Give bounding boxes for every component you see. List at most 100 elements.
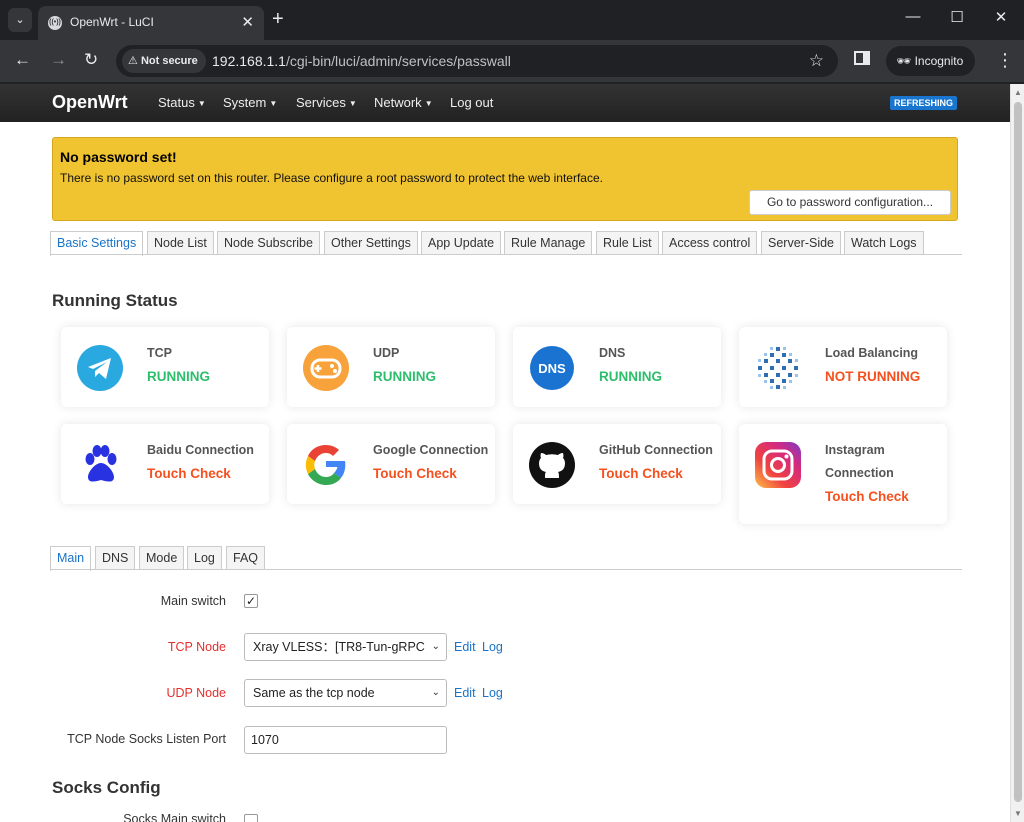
nav-status-label: Status bbox=[158, 95, 195, 110]
chevron-down-icon: ⌄ bbox=[431, 687, 440, 698]
caret-down-icon: ▼ bbox=[197, 99, 206, 108]
card-status: RUNNING bbox=[147, 369, 210, 384]
card-label: Google Connection bbox=[373, 443, 489, 457]
card-status[interactable]: Touch Check bbox=[373, 466, 457, 481]
tcp-node-edit-link[interactable]: Edit bbox=[454, 640, 476, 654]
scroll-up-icon[interactable]: ▲ bbox=[1014, 88, 1022, 97]
status-card-baidu[interactable]: Baidu Connection Touch Check bbox=[61, 424, 269, 504]
udp-node-edit-link[interactable]: Edit bbox=[454, 686, 476, 700]
tcp-node-log-link[interactable]: Log bbox=[482, 640, 503, 654]
socks-port-input[interactable] bbox=[244, 726, 447, 754]
card-label-line2: Connection bbox=[825, 466, 894, 480]
nav-services-label: Services bbox=[296, 95, 346, 110]
caret-down-icon: ▼ bbox=[424, 99, 433, 108]
reload-icon[interactable]: ↻ bbox=[84, 50, 98, 70]
baidu-paw-icon bbox=[85, 445, 117, 482]
instagram-icon bbox=[755, 442, 801, 488]
gamepad-icon bbox=[303, 345, 349, 391]
incognito-label: Incognito bbox=[914, 54, 964, 68]
tab-other-settings[interactable]: Other Settings bbox=[324, 231, 418, 255]
card-status[interactable]: Touch Check bbox=[825, 489, 909, 504]
card-status[interactable]: Touch Check bbox=[599, 466, 683, 481]
card-label: GitHub Connection bbox=[599, 443, 713, 457]
status-card-load-balancing: Load Balancing NOT RUNNING bbox=[739, 327, 947, 407]
caret-down-icon: ▼ bbox=[269, 99, 278, 108]
scroll-down-icon[interactable]: ▼ bbox=[1014, 809, 1022, 818]
tab-watch-logs[interactable]: Watch Logs bbox=[844, 231, 924, 255]
bookmark-star-icon[interactable]: ☆ bbox=[809, 51, 824, 71]
brand-logo[interactable]: OpenWrt bbox=[52, 92, 128, 113]
tab-mode[interactable]: Mode bbox=[139, 546, 185, 570]
nav-services[interactable]: Services ▼ bbox=[296, 95, 357, 110]
status-card-tcp: TCP RUNNING bbox=[61, 327, 269, 407]
browser-tabstrip: ⌄ ((•)) OpenWrt - LuCI ✕ + — ☐ ✕ bbox=[0, 0, 1024, 40]
page-scrollbar[interactable]: ▲ ▼ bbox=[1010, 84, 1024, 822]
url-host: 192.168.1.1 bbox=[212, 53, 286, 69]
url-path: /cgi-bin/luci/admin/services/passwall bbox=[285, 53, 511, 69]
tab-close-icon[interactable]: ✕ bbox=[241, 13, 254, 31]
nav-system[interactable]: System ▼ bbox=[223, 95, 277, 110]
refreshing-badge[interactable]: REFRESHING bbox=[890, 96, 958, 110]
tab-main[interactable]: Main bbox=[50, 546, 92, 571]
back-arrow-icon[interactable]: ← bbox=[14, 50, 31, 70]
address-bar[interactable]: ⚠ Not secure 192.168.1.1/cgi-bin/luci/ad… bbox=[116, 45, 838, 77]
tab-faq[interactable]: FAQ bbox=[226, 546, 266, 570]
tcp-node-select[interactable]: Xray VLESS：[TR8-Tun-gRPC ⌄ bbox=[244, 633, 447, 661]
status-card-dns: DNS DNS RUNNING bbox=[513, 327, 721, 407]
nav-status[interactable]: Status ▼ bbox=[158, 95, 206, 110]
status-card-google[interactable]: Google Connection Touch Check bbox=[287, 424, 495, 504]
side-panel-icon[interactable] bbox=[854, 51, 870, 65]
tab-search-chevron-icon[interactable]: ⌄ bbox=[8, 8, 32, 32]
tab-dns[interactable]: DNS bbox=[95, 546, 136, 570]
forward-arrow-icon[interactable]: → bbox=[50, 50, 67, 70]
main-switch-label: Main switch bbox=[160, 594, 226, 608]
nav-logout[interactable]: Log out bbox=[450, 95, 493, 110]
status-card-udp: UDP RUNNING bbox=[287, 327, 495, 407]
password-config-button[interactable]: Go to password configuration... bbox=[749, 190, 951, 215]
tab-server-side[interactable]: Server-Side bbox=[761, 231, 841, 255]
socks-main-switch-checkbox[interactable] bbox=[244, 814, 258, 822]
status-card-github[interactable]: GitHub Connection Touch Check bbox=[513, 424, 721, 504]
load-balancing-icon bbox=[758, 347, 798, 389]
tab-app-update[interactable]: App Update bbox=[421, 231, 502, 255]
nav-network-label: Network bbox=[374, 95, 422, 110]
nav-network[interactable]: Network ▼ bbox=[374, 95, 433, 110]
security-chip[interactable]: ⚠ Not secure bbox=[122, 49, 206, 73]
dns-icon: DNS bbox=[530, 346, 574, 390]
card-label: Load Balancing bbox=[825, 346, 919, 360]
udp-node-value: Same as the tcp node bbox=[253, 686, 375, 700]
new-tab-icon[interactable]: + bbox=[272, 8, 284, 30]
tab-log[interactable]: Log bbox=[187, 546, 222, 570]
running-status-title: Running Status bbox=[52, 291, 178, 310]
url-text[interactable]: 192.168.1.1/cgi-bin/luci/admin/services/… bbox=[212, 53, 511, 69]
card-status[interactable]: Touch Check bbox=[147, 466, 231, 481]
udp-node-label: UDP Node bbox=[166, 686, 226, 700]
socks-main-switch-label: Socks Main switch bbox=[123, 812, 226, 822]
tab-rule-manage[interactable]: Rule Manage bbox=[504, 231, 593, 255]
card-label-line1: Instagram bbox=[825, 443, 885, 457]
udp-node-log-link[interactable]: Log bbox=[482, 686, 503, 700]
browser-menu-icon[interactable]: ⋮ bbox=[996, 50, 1014, 71]
status-card-instagram[interactable]: Instagram Connection Touch Check bbox=[739, 424, 947, 524]
tab-node-list[interactable]: Node List bbox=[147, 231, 214, 255]
telegram-icon bbox=[77, 345, 123, 391]
incognito-chip[interactable]: 🕶 Incognito bbox=[886, 46, 976, 76]
alert-title: No password set! bbox=[60, 149, 177, 165]
card-label: TCP bbox=[147, 346, 172, 360]
card-status: RUNNING bbox=[599, 369, 662, 384]
minimize-icon[interactable]: — bbox=[898, 8, 928, 25]
close-window-icon[interactable]: ✕ bbox=[986, 8, 1016, 26]
incognito-icon: 🕶 bbox=[896, 54, 912, 68]
tab-basic-settings[interactable]: Basic Settings bbox=[50, 231, 144, 256]
warning-triangle-icon: ⚠ bbox=[128, 55, 138, 67]
tab-node-subscribe[interactable]: Node Subscribe bbox=[217, 231, 320, 255]
nav-system-label: System bbox=[223, 95, 267, 110]
browser-tab[interactable]: ((•)) OpenWrt - LuCI ✕ bbox=[38, 6, 264, 40]
maximize-icon[interactable]: ☐ bbox=[942, 8, 972, 26]
udp-node-select[interactable]: Same as the tcp node ⌄ bbox=[244, 679, 447, 707]
tab-access-control[interactable]: Access control bbox=[662, 231, 758, 255]
tab-rule-list[interactable]: Rule List bbox=[596, 231, 659, 255]
main-switch-checkbox[interactable]: ✓ bbox=[244, 594, 258, 608]
scroll-thumb[interactable] bbox=[1014, 102, 1022, 802]
openwrt-favicon-icon: ((•)) bbox=[48, 16, 62, 30]
